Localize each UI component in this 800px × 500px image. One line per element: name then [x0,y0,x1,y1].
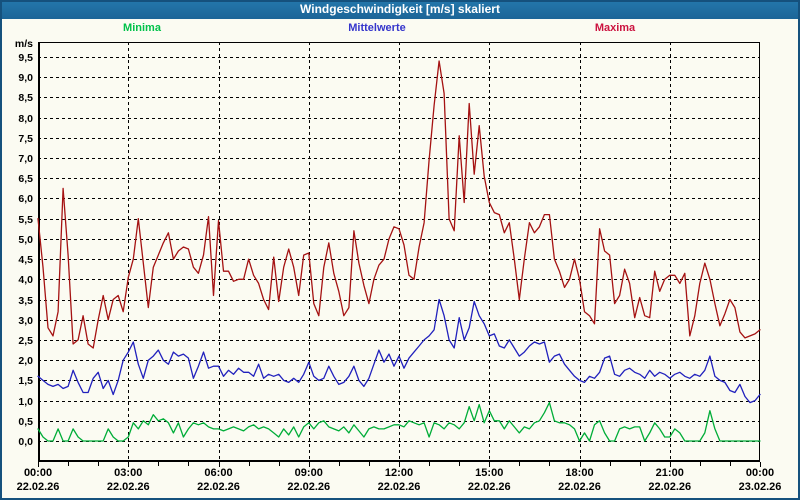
x-tick-date-label: 22.02.26 [558,481,601,493]
x-tick-date-label: 22.02.26 [287,481,330,493]
app-window: Windgeschwindigkeit [m/s] skaliert Minim… [0,0,800,500]
y-tick-label: 9,5 [18,52,33,64]
y-tick-label: 7,5 [18,133,33,145]
y-tick-label: 0,5 [18,416,33,428]
x-tick-time-label: 00:00 [24,467,52,479]
y-axis-unit-label: m/s [15,38,33,50]
y-tick-label: 7,0 [18,153,33,165]
y-tick-label: 5,0 [18,234,33,246]
x-tick-date-label: 22.02.26 [378,481,421,493]
x-tick-date-label: 23.02.26 [739,481,782,493]
title-bar: Windgeschwindigkeit [m/s] skaliert [0,0,800,19]
legend-minima: Minima [123,22,161,34]
y-tick-label: 1,5 [18,375,33,387]
y-tick-label: 2,5 [18,335,33,347]
legend-maxima: Maxima [595,22,635,34]
x-tick-date-label: 22.02.26 [17,481,60,493]
x-tick-time-label: 09:00 [295,467,323,479]
y-tick-label: 1,0 [18,396,33,408]
y-tick-label: 6,5 [18,173,33,185]
legend-mittelwerte: Mittelwerte [348,22,405,34]
wind-speed-chart: 0,00,51,01,52,02,53,03,54,04,55,05,56,06… [38,42,760,462]
x-tick-time-label: 00:00 [746,467,774,479]
y-tick-label: 2,0 [18,355,33,367]
y-tick-label: 8,0 [18,113,33,125]
y-tick-label: 4,0 [18,274,33,286]
y-tick-label: 6,0 [18,193,33,205]
x-tick-time-label: 15:00 [475,467,503,479]
x-tick-time-label: 03:00 [114,467,142,479]
y-tick-label: 3,5 [18,295,33,307]
x-tick-time-label: 12:00 [385,467,413,479]
y-tick-label: 5,5 [18,214,33,226]
x-tick-date-label: 22.02.26 [468,481,511,493]
x-tick-date-label: 22.02.26 [107,481,150,493]
x-tick-date-label: 22.02.26 [648,481,691,493]
x-tick-date-label: 22.02.26 [197,481,240,493]
x-tick-time-label: 21:00 [656,467,684,479]
y-tick-label: 0,0 [18,436,33,448]
window-title: Windgeschwindigkeit [m/s] skaliert [300,2,500,16]
y-tick-label: 3,0 [18,315,33,327]
x-tick-time-label: 18:00 [565,467,593,479]
y-tick-label: 8,5 [18,92,33,104]
y-tick-label: 4,5 [18,254,33,266]
x-tick-time-label: 06:00 [204,467,232,479]
y-tick-label: 9,0 [18,72,33,84]
